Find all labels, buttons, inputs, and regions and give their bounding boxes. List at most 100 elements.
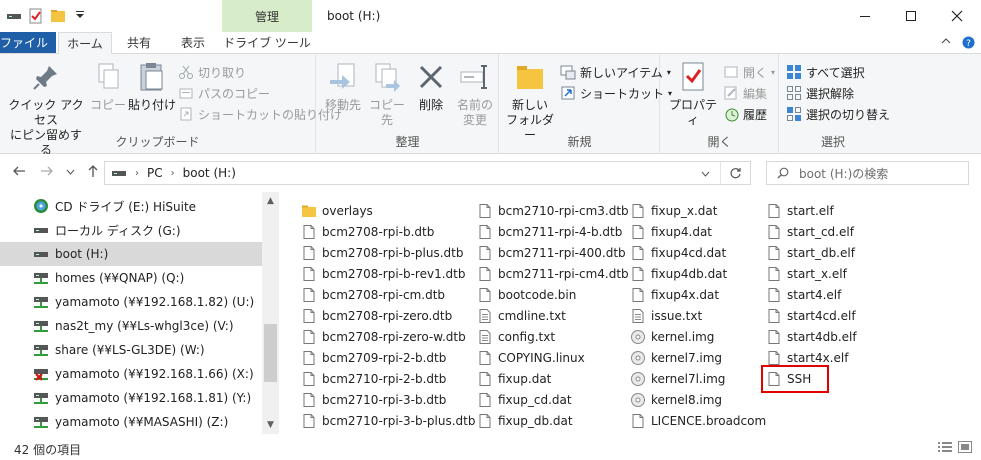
minimize-button[interactable]: [842, 0, 888, 32]
address-dropdown-chevron-icon[interactable]: [701, 166, 710, 180]
file-item[interactable]: fixup.dat: [477, 368, 551, 389]
folder-item[interactable]: overlays: [301, 200, 373, 221]
chevron-right-icon[interactable]: ›: [135, 168, 139, 179]
file-item[interactable]: start_cd.elf: [766, 221, 854, 242]
tab-view[interactable]: 表示: [166, 32, 220, 54]
cut-button[interactable]: 切り取り: [178, 62, 246, 82]
shortcut-button[interactable]: ショートカット ▾: [560, 83, 672, 103]
history-button[interactable]: 履歴: [723, 104, 767, 124]
file-item[interactable]: fixup4x.dat: [630, 284, 719, 305]
properties-button[interactable]: プロパティ: [665, 60, 721, 128]
forward-button[interactable]: [40, 164, 54, 182]
file-item[interactable]: bcm2710-rpi-3-b.dtb: [301, 389, 446, 410]
nav-item[interactable]: nas2t_my (¥¥Ls-whgl3ce) (V:): [0, 314, 262, 338]
nav-item[interactable]: ローカル ディスク (G:): [0, 218, 262, 242]
close-button[interactable]: [934, 0, 980, 32]
select-none-button[interactable]: 選択解除: [786, 83, 854, 103]
nav-item[interactable]: CD ドライブ (E:) HiSuite: [0, 194, 262, 218]
file-item[interactable]: fixup_db.dat: [477, 410, 573, 431]
edit-button[interactable]: 編集: [723, 83, 767, 103]
breadcrumb-pc[interactable]: PC: [147, 166, 163, 180]
new-folder-icon[interactable]: [50, 8, 66, 24]
scroll-down-icon[interactable]: ▼: [262, 420, 279, 430]
move-to-button[interactable]: 移動先: [321, 60, 365, 113]
tab-share[interactable]: 共有: [112, 32, 166, 54]
refresh-button[interactable]: [720, 162, 750, 184]
file-item[interactable]: bcm2708-rpi-zero-w.dtb: [301, 326, 466, 347]
file-item[interactable]: bcm2708-rpi-zero.dtb: [301, 305, 452, 326]
nav-item[interactable]: boot (H:): [0, 242, 262, 266]
file-item[interactable]: bcm2708-rpi-cm.dtb: [301, 284, 445, 305]
nav-item[interactable]: homes (¥¥QNAP) (Q:): [0, 266, 262, 290]
file-item[interactable]: bcm2708-rpi-b.dtb: [301, 221, 434, 242]
maximize-button[interactable]: [888, 0, 934, 32]
copy-button[interactable]: コピー: [88, 60, 128, 113]
nav-item[interactable]: share (¥¥LS-GL3DE) (W:): [0, 338, 262, 362]
file-item[interactable]: fixup4.dat: [630, 221, 712, 242]
properties-icon[interactable]: [28, 8, 44, 24]
file-item[interactable]: start_x.elf: [766, 263, 847, 284]
nav-item[interactable]: yamamoto (¥¥192.168.1.66) (X:): [0, 362, 262, 386]
breadcrumb-boot[interactable]: boot (H:): [183, 166, 236, 180]
scrollbar-thumb[interactable]: [264, 324, 277, 382]
navigation-scrollbar[interactable]: ▲ ▼: [262, 192, 279, 434]
file-item[interactable]: bcm2710-rpi-cm3.dtb: [477, 200, 629, 221]
tab-file[interactable]: ファイル: [0, 32, 56, 53]
open-button[interactable]: 開く ▾: [723, 62, 775, 82]
details-view-icon[interactable]: [937, 440, 953, 454]
file-item[interactable]: fixup_x.dat: [630, 200, 717, 221]
tab-drive-tools[interactable]: ドライブ ツール: [222, 32, 312, 54]
chevron-right-icon[interactable]: ›: [171, 168, 175, 179]
help-icon[interactable]: ?: [962, 36, 975, 52]
file-item[interactable]: kernel8.img: [630, 389, 722, 410]
file-item[interactable]: LICENCE.broadcom: [630, 410, 766, 431]
file-item[interactable]: start_db.elf: [766, 242, 855, 263]
nav-item[interactable]: yamamoto (¥¥MASASHI) (Z:): [0, 410, 262, 434]
large-icons-view-icon[interactable]: [957, 440, 973, 454]
new-item-button[interactable]: 新しいアイテム ▾: [560, 62, 671, 82]
scroll-up-icon[interactable]: ▲: [262, 196, 279, 206]
file-item[interactable]: start4cd.elf: [766, 305, 856, 326]
search-box[interactable]: boot (H:)の検索: [766, 161, 969, 185]
delete-button[interactable]: 削除: [411, 60, 451, 113]
file-item[interactable]: fixup4cd.dat: [630, 242, 726, 263]
nav-item[interactable]: yamamoto (¥¥192.168.1.81) (Y:): [0, 386, 262, 410]
file-item[interactable]: COPYING.linux: [477, 347, 585, 368]
file-item[interactable]: bcm2711-rpi-cm4.dtb: [477, 263, 629, 284]
file-item[interactable]: issue.txt: [630, 305, 702, 326]
file-item[interactable]: bcm2711-rpi-400.dtb: [477, 242, 626, 263]
address-bar[interactable]: › PC › boot (H:): [104, 161, 751, 185]
file-item[interactable]: config.txt: [477, 326, 555, 347]
nav-item[interactable]: yamamoto (¥¥192.168.1.82) (U:): [0, 290, 262, 314]
file-item[interactable]: bcm2709-rpi-2-b.dtb: [301, 347, 446, 368]
file-item[interactable]: bcm2711-rpi-4-b.dtb: [477, 221, 622, 242]
tab-home[interactable]: ホーム: [58, 32, 112, 55]
copy-to-button[interactable]: コピー先: [365, 60, 409, 128]
select-all-button[interactable]: すべて選択: [786, 62, 865, 82]
chevron-down-icon[interactable]: [72, 8, 88, 24]
file-item[interactable]: start.elf: [766, 200, 834, 221]
file-item[interactable]: bcm2708-rpi-b-rev1.dtb: [301, 263, 465, 284]
file-item[interactable]: start4db.elf: [766, 326, 857, 347]
file-item[interactable]: bcm2710-rpi-2-b.dtb: [301, 368, 446, 389]
back-button[interactable]: [12, 164, 26, 182]
file-item[interactable]: kernel7.img: [630, 347, 722, 368]
up-button[interactable]: [86, 164, 100, 182]
recent-locations-chevron-icon[interactable]: [66, 168, 75, 178]
new-folder-button[interactable]: 新しい フォルダー: [504, 60, 556, 143]
file-item[interactable]: bootcode.bin: [477, 284, 576, 305]
file-item[interactable]: bcm2708-rpi-b-plus.dtb: [301, 242, 464, 263]
file-item[interactable]: kernel7l.img: [630, 368, 725, 389]
file-item[interactable]: kernel.img: [630, 326, 714, 347]
ribbon-collapse-chevron-icon[interactable]: [941, 36, 951, 49]
rename-button[interactable]: 名前の 変更: [453, 60, 497, 128]
paste-button[interactable]: 貼り付け: [128, 60, 176, 113]
copy-path-button[interactable]: パスのコピー: [178, 83, 270, 103]
file-item[interactable]: fixup4db.dat: [630, 263, 727, 284]
context-tab-manage[interactable]: 管理: [222, 0, 312, 32]
file-item[interactable]: fixup_cd.dat: [477, 389, 572, 410]
invert-selection-button[interactable]: 選択の切り替え: [786, 104, 890, 124]
file-item[interactable]: start4.elf: [766, 284, 841, 305]
file-item[interactable]: cmdline.txt: [477, 305, 566, 326]
file-item[interactable]: bcm2710-rpi-3-b-plus.dtb: [301, 410, 475, 431]
